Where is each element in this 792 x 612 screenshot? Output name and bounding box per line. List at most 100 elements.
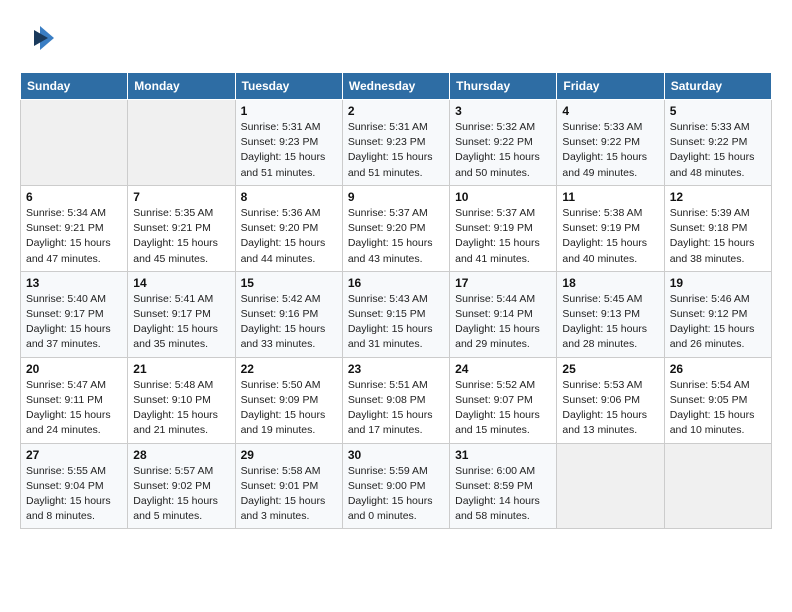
day-detail: Sunrise: 5:31 AM Sunset: 9:23 PM Dayligh…	[348, 120, 444, 181]
day-number: 17	[455, 276, 551, 290]
calendar-cell: 10 Sunrise: 5:37 AM Sunset: 9:19 PM Dayli…	[450, 185, 557, 271]
day-detail: Sunrise: 5:52 AM Sunset: 9:07 PM Dayligh…	[455, 378, 551, 439]
day-number: 10	[455, 190, 551, 204]
day-number: 4	[562, 104, 658, 118]
day-detail: Sunrise: 5:38 AM Sunset: 9:19 PM Dayligh…	[562, 206, 658, 267]
day-detail: Sunrise: 5:34 AM Sunset: 9:21 PM Dayligh…	[26, 206, 122, 267]
col-header-wednesday: Wednesday	[342, 73, 449, 100]
calendar-cell: 5Sunrise: 5:33 AM Sunset: 9:22 PM Daylig…	[664, 100, 771, 186]
calendar-cell: 23 Sunrise: 5:51 AM Sunset: 9:08 PM Dayli…	[342, 357, 449, 443]
calendar-cell	[664, 443, 771, 529]
calendar-cell	[557, 443, 664, 529]
day-detail: Sunrise: 5:33 AM Sunset: 9:22 PM Dayligh…	[562, 120, 658, 181]
day-number: 26	[670, 362, 766, 376]
day-detail: Sunrise: 5:51 AM Sunset: 9:08 PM Dayligh…	[348, 378, 444, 439]
calendar-cell: 31Sunrise: 6:00 AM Sunset: 8:59 PM Dayli…	[450, 443, 557, 529]
day-number: 14	[133, 276, 229, 290]
day-detail: Sunrise: 5:44 AM Sunset: 9:14 PM Dayligh…	[455, 292, 551, 353]
day-detail: Sunrise: 5:37 AM Sunset: 9:20 PM Dayligh…	[348, 206, 444, 267]
calendar-cell: 3 Sunrise: 5:32 AM Sunset: 9:22 PM Daylig…	[450, 100, 557, 186]
day-number: 7	[133, 190, 229, 204]
day-number: 30	[348, 448, 444, 462]
day-number: 23	[348, 362, 444, 376]
calendar-cell: 1 Sunrise: 5:31 AM Sunset: 9:23 PM Daylig…	[235, 100, 342, 186]
day-number: 1	[241, 104, 337, 118]
day-number: 24	[455, 362, 551, 376]
calendar-cell: 18Sunrise: 5:45 AM Sunset: 9:13 PM Dayli…	[557, 271, 664, 357]
week-row-2: 6 Sunrise: 5:34 AM Sunset: 9:21 PM Daylig…	[21, 185, 772, 271]
day-detail: Sunrise: 5:53 AM Sunset: 9:06 PM Dayligh…	[562, 378, 658, 439]
day-number: 12	[670, 190, 766, 204]
day-number: 20	[26, 362, 122, 376]
day-number: 9	[348, 190, 444, 204]
day-number: 29	[241, 448, 337, 462]
calendar-cell: 6 Sunrise: 5:34 AM Sunset: 9:21 PM Daylig…	[21, 185, 128, 271]
col-header-sunday: Sunday	[21, 73, 128, 100]
calendar-cell: 22 Sunrise: 5:50 AM Sunset: 9:09 PM Dayli…	[235, 357, 342, 443]
day-number: 6	[26, 190, 122, 204]
day-detail: Sunrise: 5:43 AM Sunset: 9:15 PM Dayligh…	[348, 292, 444, 353]
day-detail: Sunrise: 5:55 AM Sunset: 9:04 PM Dayligh…	[26, 464, 122, 525]
day-number: 27	[26, 448, 122, 462]
calendar-cell: 7 Sunrise: 5:35 AM Sunset: 9:21 PM Daylig…	[128, 185, 235, 271]
calendar-cell: 9 Sunrise: 5:37 AM Sunset: 9:20 PM Daylig…	[342, 185, 449, 271]
calendar-cell	[21, 100, 128, 186]
week-row-1: 1 Sunrise: 5:31 AM Sunset: 9:23 PM Daylig…	[21, 100, 772, 186]
day-detail: Sunrise: 5:33 AM Sunset: 9:22 PM Dayligh…	[670, 120, 766, 181]
calendar-cell: 13 Sunrise: 5:40 AM Sunset: 9:17 PM Dayli…	[21, 271, 128, 357]
calendar-cell: 2 Sunrise: 5:31 AM Sunset: 9:23 PM Daylig…	[342, 100, 449, 186]
logo-icon	[20, 20, 56, 56]
day-detail: Sunrise: 5:47 AM Sunset: 9:11 PM Dayligh…	[26, 378, 122, 439]
calendar-cell: 28 Sunrise: 5:57 AM Sunset: 9:02 PM Dayli…	[128, 443, 235, 529]
day-number: 22	[241, 362, 337, 376]
day-detail: Sunrise: 6:00 AM Sunset: 8:59 PM Dayligh…	[455, 464, 551, 525]
day-number: 3	[455, 104, 551, 118]
calendar-cell: 14 Sunrise: 5:41 AM Sunset: 9:17 PM Dayli…	[128, 271, 235, 357]
day-number: 16	[348, 276, 444, 290]
calendar-cell: 27 Sunrise: 5:55 AM Sunset: 9:04 PM Dayli…	[21, 443, 128, 529]
day-number: 2	[348, 104, 444, 118]
day-number: 8	[241, 190, 337, 204]
calendar-cell: 17 Sunrise: 5:44 AM Sunset: 9:14 PM Dayli…	[450, 271, 557, 357]
col-header-saturday: Saturday	[664, 73, 771, 100]
day-detail: Sunrise: 5:40 AM Sunset: 9:17 PM Dayligh…	[26, 292, 122, 353]
col-header-tuesday: Tuesday	[235, 73, 342, 100]
day-detail: Sunrise: 5:46 AM Sunset: 9:12 PM Dayligh…	[670, 292, 766, 353]
day-detail: Sunrise: 5:37 AM Sunset: 9:19 PM Dayligh…	[455, 206, 551, 267]
calendar-table: SundayMondayTuesdayWednesdayThursdayFrid…	[20, 72, 772, 529]
day-detail: Sunrise: 5:32 AM Sunset: 9:22 PM Dayligh…	[455, 120, 551, 181]
calendar-cell: 15Sunrise: 5:42 AM Sunset: 9:16 PM Dayli…	[235, 271, 342, 357]
day-detail: Sunrise: 5:35 AM Sunset: 9:21 PM Dayligh…	[133, 206, 229, 267]
calendar-cell: 11Sunrise: 5:38 AM Sunset: 9:19 PM Dayli…	[557, 185, 664, 271]
page-header	[20, 20, 772, 56]
day-detail: Sunrise: 5:36 AM Sunset: 9:20 PM Dayligh…	[241, 206, 337, 267]
day-detail: Sunrise: 5:50 AM Sunset: 9:09 PM Dayligh…	[241, 378, 337, 439]
calendar-cell: 30Sunrise: 5:59 AM Sunset: 9:00 PM Dayli…	[342, 443, 449, 529]
calendar-cell: 21 Sunrise: 5:48 AM Sunset: 9:10 PM Dayli…	[128, 357, 235, 443]
day-detail: Sunrise: 5:42 AM Sunset: 9:16 PM Dayligh…	[241, 292, 337, 353]
day-number: 28	[133, 448, 229, 462]
day-detail: Sunrise: 5:54 AM Sunset: 9:05 PM Dayligh…	[670, 378, 766, 439]
calendar-cell: 26 Sunrise: 5:54 AM Sunset: 9:05 PM Dayli…	[664, 357, 771, 443]
week-row-3: 13 Sunrise: 5:40 AM Sunset: 9:17 PM Dayli…	[21, 271, 772, 357]
col-header-thursday: Thursday	[450, 73, 557, 100]
calendar-cell: 24 Sunrise: 5:52 AM Sunset: 9:07 PM Dayli…	[450, 357, 557, 443]
week-row-4: 20 Sunrise: 5:47 AM Sunset: 9:11 PM Dayli…	[21, 357, 772, 443]
day-number: 19	[670, 276, 766, 290]
logo	[20, 20, 60, 56]
day-detail: Sunrise: 5:45 AM Sunset: 9:13 PM Dayligh…	[562, 292, 658, 353]
day-detail: Sunrise: 5:57 AM Sunset: 9:02 PM Dayligh…	[133, 464, 229, 525]
calendar-cell: 29Sunrise: 5:58 AM Sunset: 9:01 PM Dayli…	[235, 443, 342, 529]
calendar-cell: 25 Sunrise: 5:53 AM Sunset: 9:06 PM Dayli…	[557, 357, 664, 443]
day-number: 25	[562, 362, 658, 376]
day-detail: Sunrise: 5:31 AM Sunset: 9:23 PM Dayligh…	[241, 120, 337, 181]
calendar-cell: 20 Sunrise: 5:47 AM Sunset: 9:11 PM Dayli…	[21, 357, 128, 443]
day-detail: Sunrise: 5:41 AM Sunset: 9:17 PM Dayligh…	[133, 292, 229, 353]
day-number: 13	[26, 276, 122, 290]
col-header-monday: Monday	[128, 73, 235, 100]
day-number: 21	[133, 362, 229, 376]
day-detail: Sunrise: 5:48 AM Sunset: 9:10 PM Dayligh…	[133, 378, 229, 439]
day-detail: Sunrise: 5:39 AM Sunset: 9:18 PM Dayligh…	[670, 206, 766, 267]
col-header-friday: Friday	[557, 73, 664, 100]
calendar-cell: 4 Sunrise: 5:33 AM Sunset: 9:22 PM Daylig…	[557, 100, 664, 186]
